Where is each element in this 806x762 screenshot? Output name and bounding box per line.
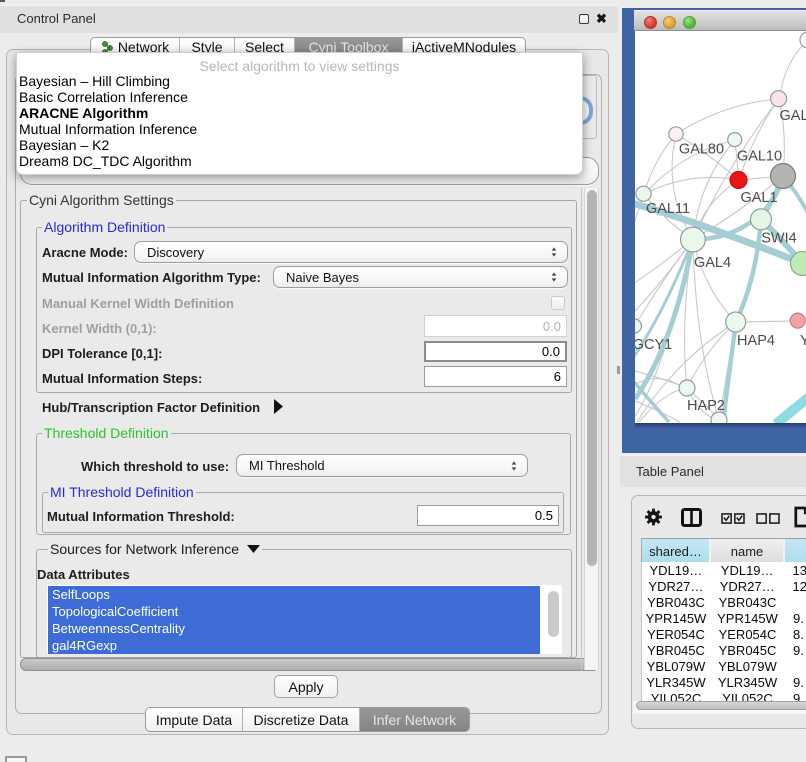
svg-text:HAP4: HAP4 xyxy=(737,333,775,349)
svg-text:GAL11: GAL11 xyxy=(646,201,690,217)
svg-text:GAL4: GAL4 xyxy=(694,255,731,271)
svg-text:GAL80: GAL80 xyxy=(679,142,724,158)
svg-text:GAL7: GAL7 xyxy=(780,108,806,124)
svg-text:HAP2: HAP2 xyxy=(687,398,725,414)
svg-text:YM: YM xyxy=(800,333,806,349)
svg-text:SWI4: SWI4 xyxy=(761,231,796,247)
svg-text:GAL1: GAL1 xyxy=(740,190,777,206)
svg-text:GAL10: GAL10 xyxy=(737,149,782,165)
svg-text:GCY1: GCY1 xyxy=(635,337,672,353)
